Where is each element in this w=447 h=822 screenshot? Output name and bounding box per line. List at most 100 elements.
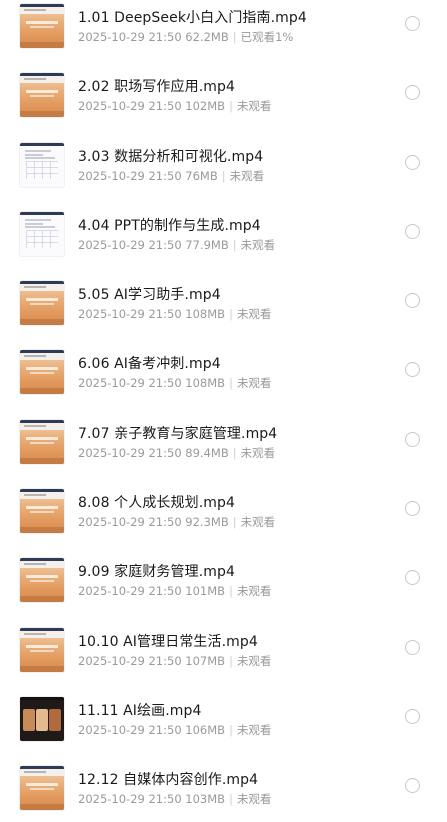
meta-separator: |	[221, 168, 226, 183]
list-item[interactable]: 10.10 AI管理日常生活.mp4 2025-10-29 21:50 107MB…	[0, 614, 447, 683]
watch-status: 未观看	[240, 237, 276, 252]
watch-status: 未观看	[236, 722, 272, 737]
video-thumbnail	[20, 281, 64, 326]
list-item[interactable]: 11.11 AI绘画.mp4 2025-10-29 21:50 106MB | 未观看	[0, 683, 447, 752]
file-size: 108MB	[185, 376, 226, 391]
file-size: 101MB	[185, 584, 226, 599]
file-date: 2025-10-29 21:50	[78, 168, 182, 183]
file-title: 3.03 数据分析和可视化.mp4	[78, 148, 264, 165]
file-date: 2025-10-29 21:50	[78, 792, 182, 807]
watch-status: 未观看	[236, 99, 272, 114]
file-title: 4.04 PPT的制作与生成.mp4	[78, 217, 261, 234]
radio-circle-icon[interactable]	[405, 570, 420, 586]
file-meta: 2025-10-29 21:50 77.9MB | 未观看	[78, 237, 275, 253]
radio-circle-icon[interactable]	[405, 85, 420, 101]
video-thumbnail	[20, 489, 64, 534]
file-meta: 2025-10-29 21:50 89.4MB | 未观看	[78, 445, 275, 461]
list-item[interactable]: 3.03 数据分析和可视化.mp4 2025-10-29 21:50 76MB | 未…	[0, 129, 447, 198]
watch-status: 未观看	[229, 168, 265, 183]
radio-circle-icon[interactable]	[405, 778, 420, 794]
radio-circle-icon[interactable]	[405, 223, 420, 239]
file-date: 2025-10-29 21:50	[78, 99, 182, 114]
video-thumbnail	[20, 558, 64, 603]
list-item[interactable]: 1.01 DeepSeek小白入门指南.mp4 2025-10-29 21:50 …	[0, 0, 447, 59]
file-date: 2025-10-29 21:50	[78, 30, 182, 44]
file-meta: 2025-10-29 21:50 76MB | 未观看	[78, 168, 264, 184]
file-meta: 2025-10-29 21:50 107MB | 未观看	[78, 653, 271, 669]
watch-status: 未观看	[240, 445, 276, 460]
video-thumbnail	[20, 766, 64, 811]
meta-separator: |	[229, 792, 233, 807]
video-thumbnail	[20, 627, 64, 672]
file-meta: 2025-10-29 21:50 102MB | 未观看	[78, 98, 271, 114]
watch-status: 未观看	[236, 792, 272, 807]
file-date: 2025-10-29 21:50	[78, 584, 182, 599]
file-meta: 2025-10-29 21:50 106MB | 未观看	[78, 722, 271, 738]
file-date: 2025-10-29 21:50	[78, 722, 182, 737]
radio-circle-icon[interactable]	[405, 639, 420, 655]
radio-circle-icon[interactable]	[405, 431, 420, 447]
radio-circle-icon[interactable]	[405, 708, 420, 724]
file-meta: 2025-10-29 21:50 92.3MB | 未观看	[78, 514, 275, 530]
file-title: 5.05 AI学习助手.mp4	[78, 287, 221, 304]
file-title: 7.07 亲子教育与家庭管理.mp4	[78, 425, 278, 442]
meta-separator: |	[229, 376, 233, 391]
file-size: 106MB	[185, 722, 226, 737]
list-item[interactable]: 6.06 AI备考冲刺.mp4 2025-10-29 21:50 108MB | 未观…	[0, 336, 447, 405]
file-size: 102MB	[185, 99, 226, 114]
file-meta: 2025-10-29 21:50 108MB | 未观看	[78, 306, 271, 322]
file-meta: 2025-10-29 21:50 103MB | 未观看	[78, 791, 271, 807]
watch-status: 已观看1%	[240, 30, 294, 44]
meta-separator: |	[232, 515, 237, 530]
file-size: 108MB	[185, 307, 226, 322]
file-title: 8.08 个人成长规划.mp4	[78, 495, 236, 512]
radio-circle-icon[interactable]	[405, 154, 420, 170]
file-date: 2025-10-29 21:50	[78, 515, 182, 530]
video-thumbnail	[20, 696, 64, 741]
file-title: 6.06 AI备考冲刺.mp4	[78, 356, 221, 373]
watch-status: 未观看	[236, 653, 272, 668]
watch-status: 未观看	[236, 307, 272, 322]
radio-circle-icon[interactable]	[405, 501, 420, 517]
meta-separator: |	[229, 653, 233, 668]
file-date: 2025-10-29 21:50	[78, 445, 182, 460]
list-item[interactable]: 2.02 职场写作应用.mp4 2025-10-29 21:50 102MB | 未观…	[0, 59, 447, 128]
meta-separator: |	[229, 584, 233, 599]
watch-status: 未观看	[240, 515, 276, 530]
list-item[interactable]: 12.12 自媒体内容创作.mp4 2025-10-29 21:50 103MB |…	[0, 752, 447, 821]
file-size: 103MB	[185, 792, 226, 807]
list-item[interactable]: 7.07 亲子教育与家庭管理.mp4 2025-10-29 21:50 89.4M…	[0, 406, 447, 475]
file-meta: 2025-10-29 21:50 62.2MB | 已观看1%	[78, 29, 293, 45]
video-thumbnail	[20, 4, 64, 48]
video-thumbnail	[20, 419, 64, 464]
meta-separator: |	[229, 722, 233, 737]
video-thumbnail	[20, 350, 64, 395]
meta-separator: |	[229, 307, 233, 322]
file-date: 2025-10-29 21:50	[78, 376, 182, 391]
file-size: 107MB	[185, 653, 226, 668]
file-title: 1.01 DeepSeek小白入门指南.mp4	[78, 10, 307, 26]
file-size: 92.3MB	[185, 515, 229, 530]
watch-status: 未观看	[236, 376, 272, 391]
list-item[interactable]: 5.05 AI学习助手.mp4 2025-10-29 21:50 108MB | 未观…	[0, 267, 447, 336]
watch-status: 未观看	[236, 584, 272, 599]
file-size: 62.2MB	[185, 30, 229, 44]
radio-circle-icon[interactable]	[405, 362, 420, 378]
list-item[interactable]: 9.09 家庭财务管理.mp4 2025-10-29 21:50 101MB | 未观…	[0, 544, 447, 613]
radio-circle-icon[interactable]	[405, 293, 420, 309]
file-date: 2025-10-29 21:50	[78, 307, 182, 322]
file-title: 11.11 AI绘画.mp4	[78, 702, 202, 719]
video-thumbnail	[20, 211, 64, 256]
file-size: 76MB	[185, 168, 218, 183]
meta-separator: |	[232, 237, 237, 252]
list-item[interactable]: 8.08 个人成长规划.mp4 2025-10-29 21:50 92.3MB | 未…	[0, 475, 447, 544]
file-title: 10.10 AI管理日常生活.mp4	[78, 633, 258, 650]
list-item[interactable]: 4.04 PPT的制作与生成.mp4 2025-10-29 21:50 77.9M…	[0, 198, 447, 267]
radio-circle-icon[interactable]	[405, 16, 420, 31]
meta-separator: |	[232, 445, 237, 460]
meta-separator: |	[229, 99, 233, 114]
file-meta: 2025-10-29 21:50 101MB | 未观看	[78, 583, 271, 599]
file-date: 2025-10-29 21:50	[78, 653, 182, 668]
file-size: 77.9MB	[185, 237, 229, 252]
file-size: 89.4MB	[185, 445, 229, 460]
